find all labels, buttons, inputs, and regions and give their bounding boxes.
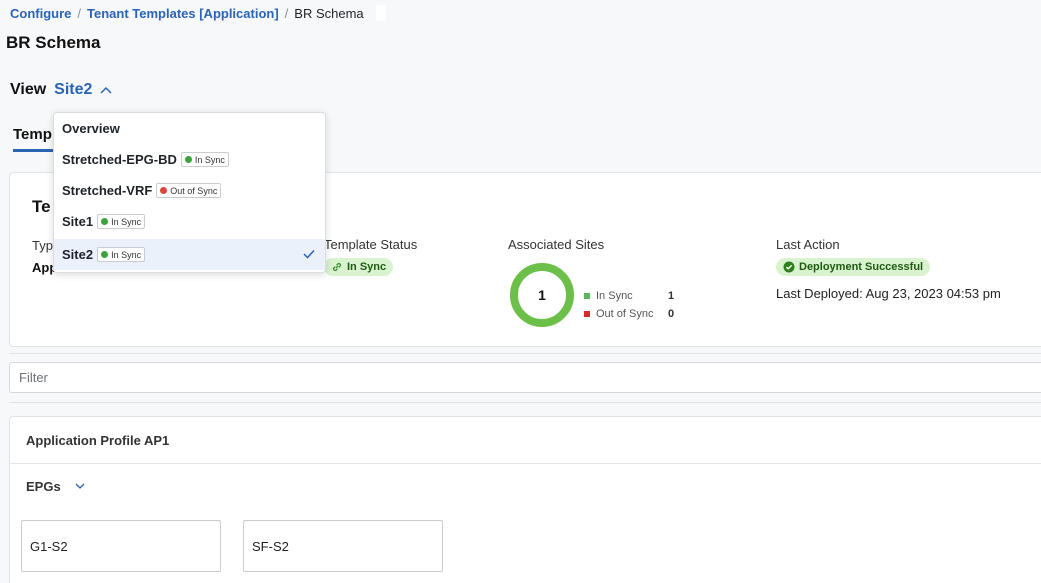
menu-item-label: Site1 — [62, 214, 94, 229]
legend-out-of-sync: Out of Sync 0 — [584, 305, 674, 323]
sync-status-badge: In Sync — [97, 214, 146, 229]
tab-template-properties[interactable]: Temp — [13, 126, 53, 152]
template-status-section: Template Status In Sync — [324, 237, 417, 278]
checkmark-icon — [303, 249, 315, 259]
legend-in-sync: In Sync 1 — [584, 287, 674, 305]
menu-item-stretched-vrf[interactable]: Stretched-VRF Out of Sync — [54, 175, 325, 206]
view-label: View — [10, 81, 47, 98]
associated-sites-label: Associated Sites — [508, 237, 605, 252]
chevron-down-icon[interactable] — [75, 483, 85, 490]
associated-sites-donut: 1 In Sync 1 Out of Sync 0 — [508, 261, 674, 329]
legend-name: Out of Sync — [596, 308, 654, 320]
menu-item-label: Overview — [62, 121, 120, 136]
view-site-menu: Overview Stretched-EPG-BD In Sync Stretc… — [53, 112, 326, 273]
menu-item-stretched-epg-bd[interactable]: Stretched-EPG-BD In Sync — [54, 144, 325, 175]
sync-status-badge: Out of Sync — [156, 183, 222, 198]
breadcrumb-current: BR Schema — [294, 5, 364, 21]
chevron-up-icon[interactable] — [100, 86, 112, 94]
template-status-text: In Sync — [347, 261, 387, 273]
legend-swatch-out-of-sync — [584, 311, 590, 317]
sync-status-text: In Sync — [111, 216, 142, 227]
menu-item-overview[interactable]: Overview — [54, 113, 325, 144]
type-label: Typ — [32, 238, 53, 253]
last-deployed-text: Last Deployed: Aug 23, 2023 04:53 pm — [776, 286, 1001, 301]
breadcrumb: Configure / Tenant Templates [Applicatio… — [10, 5, 386, 21]
menu-item-site1[interactable]: Site1 In Sync — [54, 206, 325, 237]
divider — [9, 353, 1041, 354]
divider — [9, 402, 1041, 403]
application-profile-title: Application Profile AP1 — [26, 433, 170, 448]
status-dot-icon — [101, 218, 109, 225]
menu-item-label: Stretched-EPG-BD — [62, 152, 177, 167]
last-action-badge: Deployment Successful — [776, 258, 931, 276]
associated-sites-count: 1 — [538, 287, 546, 303]
legend-count: 1 — [668, 290, 675, 302]
summary-card-title: Te — [32, 197, 51, 216]
sync-status-badge: In Sync — [180, 152, 229, 167]
sync-status-text: In Sync — [111, 249, 142, 260]
breadcrumb-configure[interactable]: Configure — [10, 6, 71, 21]
status-dot-icon — [101, 251, 109, 258]
legend-swatch-in-sync — [584, 293, 590, 299]
menu-item-label: Stretched-VRF — [62, 183, 153, 198]
template-status-badge: In Sync — [324, 258, 394, 276]
legend-name: In Sync — [596, 290, 633, 302]
epg-card-sf-s2[interactable]: SF-S2 — [243, 520, 443, 572]
view-selector: View Site2 — [10, 80, 112, 100]
filter-input[interactable] — [9, 362, 1041, 393]
breadcrumb-separator: / — [284, 5, 289, 21]
epgs-label: EPGs — [26, 479, 61, 494]
menu-item-site2[interactable]: Site2 In Sync — [54, 239, 325, 270]
last-action-section: Last Action Deployment Successful Last D… — [776, 237, 1001, 301]
template-status-label: Template Status — [324, 237, 418, 252]
check-circle-icon — [783, 261, 795, 273]
status-dot-icon — [184, 156, 192, 163]
breadcrumb-spacer — [375, 5, 386, 21]
sync-status-text: In Sync — [194, 154, 225, 165]
last-action-text: Deployment Successful — [799, 261, 924, 273]
tab-bar: Temp — [13, 126, 53, 152]
sites-legend: In Sync 1 Out of Sync 0 — [584, 287, 674, 323]
epgs-toggle[interactable]: EPGs — [26, 479, 85, 494]
divider — [10, 463, 1041, 464]
application-profile-card: Application Profile AP1 EPGs G1-S2 SF-S2 — [9, 416, 1041, 583]
sync-status-text: Out of Sync — [170, 185, 218, 196]
associated-sites-section: Associated Sites 1 In Sync 1 Out of Sync… — [508, 237, 674, 329]
sync-status-badge: In Sync — [97, 247, 146, 262]
breadcrumb-tenant-templates[interactable]: Tenant Templates [Application] — [87, 6, 279, 21]
menu-item-label: Site2 — [62, 247, 94, 262]
view-site-dropdown[interactable]: Site2 — [54, 81, 92, 99]
last-action-label: Last Action — [776, 237, 840, 252]
type-value: App — [32, 260, 54, 275]
epg-card-g1-s2[interactable]: G1-S2 — [21, 520, 221, 572]
legend-count: 0 — [668, 308, 675, 320]
link-icon — [331, 261, 343, 273]
status-dot-icon — [160, 187, 168, 194]
breadcrumb-separator: / — [77, 5, 82, 21]
page-title: BR Schema — [6, 33, 101, 52]
